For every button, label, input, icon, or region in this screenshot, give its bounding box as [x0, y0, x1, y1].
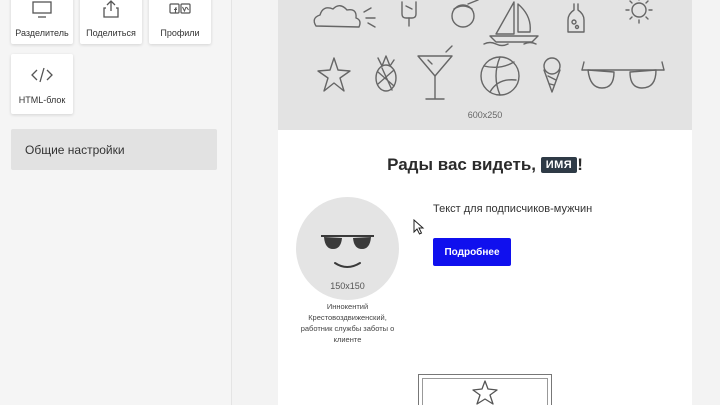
- sunglasses-icon: [581, 61, 665, 89]
- ice-cream-icon: [543, 57, 561, 93]
- greeting-text: Рады вас видеть,: [387, 155, 541, 174]
- social-profiles-icon: [167, 0, 193, 20]
- banner-image-placeholder[interactable]: 600x250: [278, 0, 692, 130]
- divider-icon: [29, 0, 55, 20]
- greeting-heading[interactable]: Рады вас видеть, ИМЯ!: [278, 155, 692, 175]
- html-code-icon: [29, 64, 55, 86]
- sailboat-icon: [483, 1, 539, 47]
- cocktail-icon: [417, 45, 453, 100]
- email-preview: 600x250 Рады вас видеть, ИМЯ! 150x150 Ин…: [278, 0, 692, 405]
- banner-size-label: 600x250: [467, 110, 503, 120]
- profiles-block-label: Профили: [160, 28, 200, 38]
- bottle-icon: [567, 3, 585, 33]
- divider-block-label: Разделитель: [15, 28, 69, 38]
- coconut-drink-icon: [451, 0, 479, 28]
- name-merge-tag[interactable]: ИМЯ: [540, 157, 578, 173]
- more-button[interactable]: Подробнее: [433, 238, 511, 266]
- starfish-icon: [472, 380, 498, 405]
- share-block-label: Поделиться: [86, 28, 136, 38]
- body-text[interactable]: Текст для подписчиков-мужчин: [433, 203, 592, 215]
- cloud-icon: [313, 5, 376, 28]
- avatar-size-label: 150x150: [330, 281, 365, 291]
- avatar-image-placeholder[interactable]: 150x150: [296, 197, 399, 300]
- html-block-tile[interactable]: HTML-блок: [11, 54, 73, 114]
- starfish-icon: [317, 57, 351, 92]
- email-canvas: 600x250 Рады вас видеть, ИМЯ! 150x150 Ин…: [232, 0, 720, 405]
- editor-root: Разделитель Поделиться Профили HTML-блок…: [0, 0, 720, 405]
- html-block-label: HTML-блок: [18, 95, 66, 105]
- profiles-block-tile[interactable]: Профили: [149, 0, 211, 44]
- divider-block-tile[interactable]: Разделитель: [11, 0, 73, 44]
- blocks-panel: Разделитель Поделиться Профили HTML-блок…: [0, 0, 232, 405]
- pineapple-icon: [375, 55, 397, 92]
- beach-ball-icon: [480, 56, 520, 96]
- general-settings-item[interactable]: Общие настройки: [11, 129, 217, 170]
- mouse-cursor-icon: [413, 219, 425, 235]
- popsicle-icon: [401, 1, 417, 27]
- bottom-image-placeholder[interactable]: [418, 374, 552, 405]
- sun-icon: [625, 0, 653, 24]
- avatar-caption[interactable]: Иннокентий Крестовоздвиженский, работник…: [296, 301, 399, 345]
- greeting-suffix: !: [577, 155, 583, 174]
- share-icon: [98, 0, 124, 20]
- share-block-tile[interactable]: Поделиться: [80, 0, 142, 44]
